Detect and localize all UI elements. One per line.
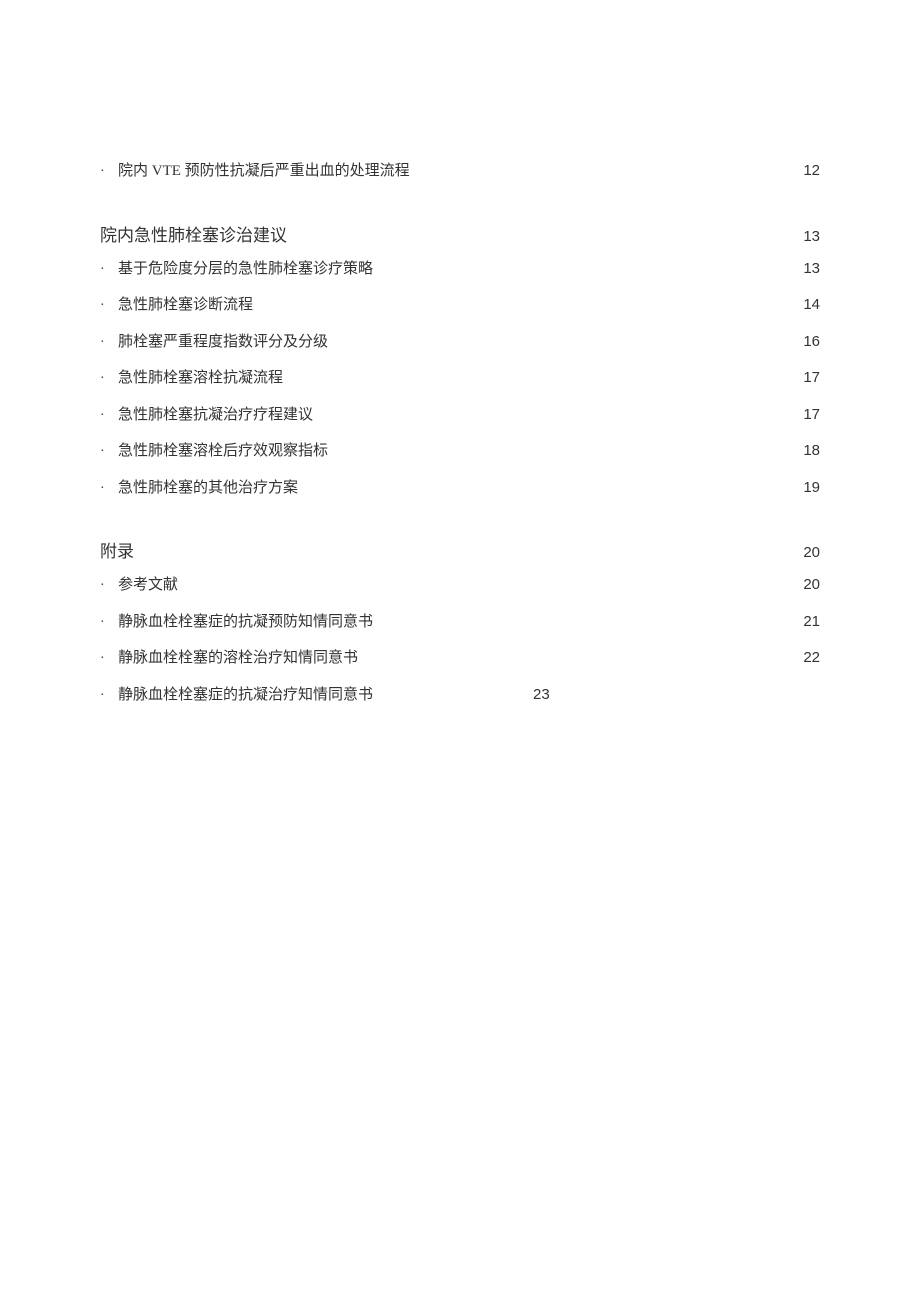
toc-item: ·急性肺栓塞溶栓后疗效观察指标 18 [100, 440, 820, 463]
bullet-icon: · [100, 405, 118, 426]
bullet-icon: · [100, 441, 118, 462]
toc-item-page: 16 [803, 331, 820, 354]
toc-section: 附录20·参考文献20·静脉血栓栓塞症的抗凝预防知情同意书21·静脉血栓栓塞的溶… [100, 537, 820, 706]
toc-heading: 院内急性肺栓塞诊治建议 13 [100, 221, 820, 246]
bullet-icon: · [100, 259, 118, 280]
toc-item-title: 静脉血栓栓塞的溶栓治疗知情同意书 [118, 647, 358, 670]
toc-item-title: 参考文献 [118, 574, 178, 597]
toc-item: ·静脉血栓栓塞的溶栓治疗知情同意书 22 [100, 647, 820, 670]
toc-heading-title: 院内急性肺栓塞诊治建议 [100, 221, 287, 246]
bullet-icon: · [100, 685, 118, 706]
toc-heading-title: 附录 [100, 537, 134, 562]
toc-item-page: 23 [533, 684, 550, 707]
toc-item: ·急性肺栓塞的其他治疗方案 19 [100, 477, 820, 500]
toc-item: ·静脉血栓栓塞症的抗凝治疗知情同意书 23 [100, 684, 820, 707]
toc-item-page: 20 [803, 574, 820, 597]
toc-section: ·院内 VTE 预防性抗凝后严重出血的处理流程 12 [100, 160, 820, 183]
toc-item: ·基于危险度分层的急性肺栓塞诊疗策略 13 [100, 258, 820, 281]
toc-item-page: 18 [803, 440, 820, 463]
toc-item: ·参考文献 20 [100, 574, 820, 597]
toc-item-page: 12 [803, 160, 820, 183]
toc-item-page: 17 [803, 404, 820, 427]
bullet-icon: · [100, 478, 118, 499]
bullet-icon: · [100, 575, 118, 596]
toc-item: ·静脉血栓栓塞症的抗凝预防知情同意书 21 [100, 611, 820, 634]
toc-item-page: 17 [803, 367, 820, 390]
toc-heading-page: 13 [803, 228, 820, 245]
bullet-icon: · [100, 161, 118, 182]
toc-item-title: 急性肺栓塞诊断流程 [118, 294, 253, 317]
toc-heading-page: 20 [803, 544, 820, 561]
toc-item-page: 22 [803, 647, 820, 670]
toc-item-title: 急性肺栓塞溶栓后疗效观察指标 [118, 440, 328, 463]
toc-item: ·肺栓塞严重程度指数评分及分级 16 [100, 331, 820, 354]
toc-heading: 附录 20 [100, 537, 820, 562]
toc-item-page: 14 [803, 294, 820, 317]
table-of-contents: ·院内 VTE 预防性抗凝后严重出血的处理流程12院内急性肺栓塞诊治建议13·基… [100, 160, 820, 706]
toc-item-title: 急性肺栓塞溶栓抗凝流程 [118, 367, 283, 390]
bullet-icon: · [100, 368, 118, 389]
toc-item-page: 19 [803, 477, 820, 500]
toc-item: ·急性肺栓塞抗凝治疗疗程建议 17 [100, 404, 820, 427]
bullet-icon: · [100, 612, 118, 633]
toc-item-title: 基于危险度分层的急性肺栓塞诊疗策略 [118, 258, 373, 281]
toc-item-page: 13 [803, 258, 820, 281]
toc-item-title: 急性肺栓塞的其他治疗方案 [118, 477, 298, 500]
toc-item: ·急性肺栓塞诊断流程 14 [100, 294, 820, 317]
toc-item-title: 急性肺栓塞抗凝治疗疗程建议 [118, 404, 313, 427]
toc-item-page: 21 [803, 611, 820, 634]
toc-item-title: 静脉血栓栓塞症的抗凝预防知情同意书 [118, 611, 373, 634]
bullet-icon: · [100, 332, 118, 353]
toc-item: ·急性肺栓塞溶栓抗凝流程 17 [100, 367, 820, 390]
toc-item-title: 肺栓塞严重程度指数评分及分级 [118, 331, 328, 354]
bullet-icon: · [100, 295, 118, 316]
toc-section: 院内急性肺栓塞诊治建议13·基于危险度分层的急性肺栓塞诊疗策略13·急性肺栓塞诊… [100, 221, 820, 500]
toc-item-title: 静脉血栓栓塞症的抗凝治疗知情同意书 [118, 684, 373, 707]
toc-item-title: 院内 VTE 预防性抗凝后严重出血的处理流程 [118, 160, 410, 183]
bullet-icon: · [100, 648, 118, 669]
toc-item: ·院内 VTE 预防性抗凝后严重出血的处理流程 12 [100, 160, 820, 183]
